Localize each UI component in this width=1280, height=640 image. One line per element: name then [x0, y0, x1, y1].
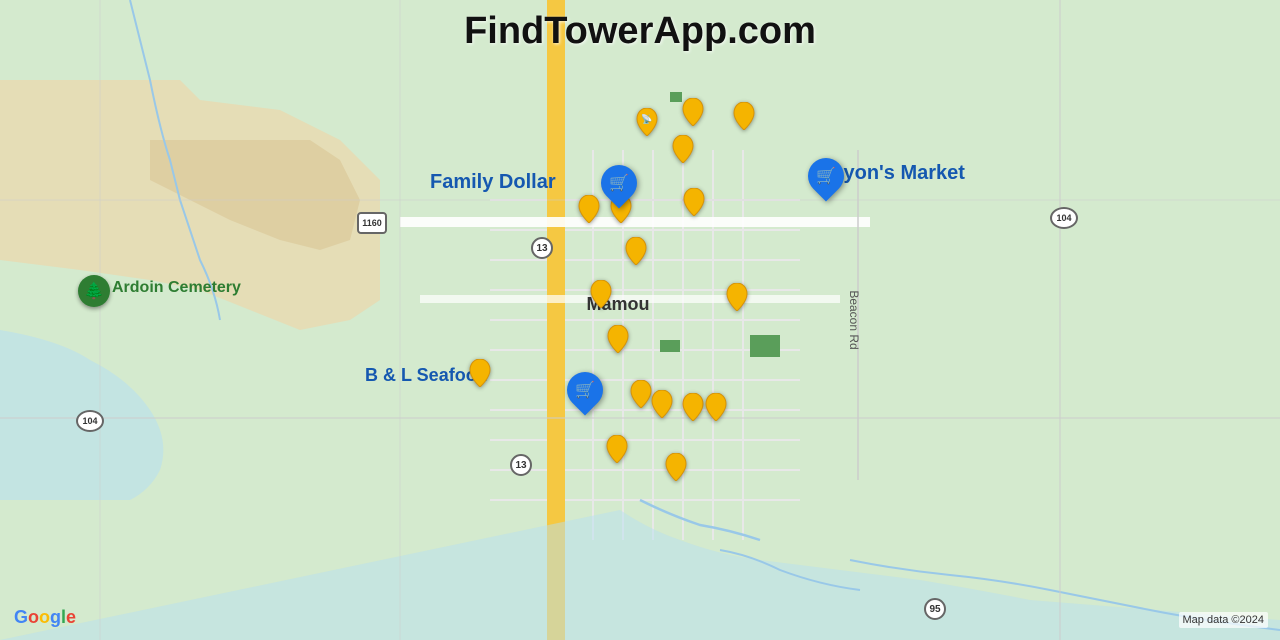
google-o1: o — [28, 607, 39, 628]
google-logo: Google — [14, 607, 76, 628]
google-e: e — [66, 607, 76, 628]
map-data-credit: Map data ©2024 — [1179, 612, 1269, 628]
site-title: FindTowerApp.com — [464, 10, 816, 53]
svg-text:Mamou: Mamou — [587, 294, 650, 314]
svg-text:Beacon Rd: Beacon Rd — [847, 290, 861, 349]
map-container: Mamou Beacon Rd FindTowerApp.com 🛒 Famil… — [0, 0, 1280, 640]
map-background: Mamou Beacon Rd — [0, 0, 1280, 640]
google-g2: g — [50, 607, 61, 628]
google-o2: o — [39, 607, 50, 628]
google-g: G — [14, 607, 28, 628]
